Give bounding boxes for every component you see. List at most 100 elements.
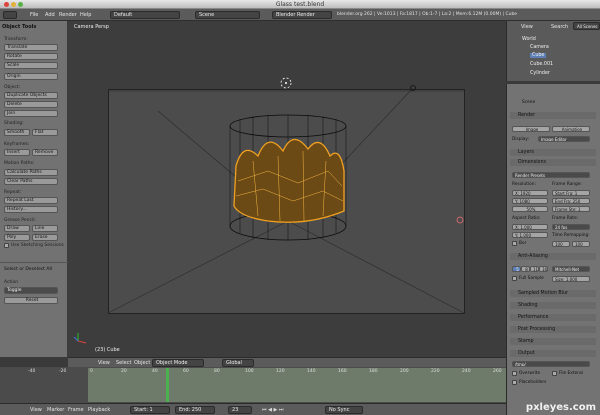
overwrite-checkbox[interactable] [512, 371, 517, 376]
shading-panel-header[interactable]: Shading [510, 302, 596, 309]
outliner: View Search All Scenes [506, 21, 600, 81]
transform-orientation-selector[interactable]: Global [222, 359, 254, 367]
file-extensions-checkbox[interactable] [552, 371, 557, 376]
outliner-item-cylinder[interactable]: Cylinder [530, 71, 550, 76]
action-dropdown[interactable]: Toggle [4, 287, 58, 294]
aspect-y-field[interactable]: Y: 1.000 [512, 232, 548, 238]
render-panel-header[interactable]: Render [510, 112, 596, 119]
frame-rate-label: Frame Rate: [552, 216, 579, 221]
tool-shelf [0, 21, 68, 357]
frame-rate-selector[interactable]: 24 fps [552, 224, 590, 230]
smooth-button[interactable]: Smooth [4, 129, 30, 136]
menu-add[interactable]: Add [45, 12, 55, 18]
resolution-x-field[interactable]: X: 1920 [512, 190, 548, 196]
erase-button[interactable]: Erase [32, 234, 58, 241]
render-animation-button[interactable]: Animation [552, 126, 590, 132]
post-processing-panel-header[interactable]: Post Processing [510, 326, 596, 333]
start-frame-field[interactable]: Start: 1 [130, 406, 170, 414]
origin-button[interactable]: Origin [4, 73, 58, 80]
frame-range-label: Frame Range: [552, 182, 582, 187]
translate-button[interactable]: Translate [4, 44, 58, 51]
poly-button[interactable]: Poly [4, 234, 30, 241]
motion-paths-label: Motion Paths: [4, 161, 35, 166]
sync-mode-selector[interactable]: No Sync [325, 406, 363, 414]
dimensions-panel-header[interactable]: Dimensions [510, 159, 596, 166]
outliner-menu-search[interactable]: Search [551, 24, 568, 30]
end-frame-prop-field[interactable]: End Fra: 250 [552, 198, 590, 204]
history-button[interactable]: History... [4, 206, 58, 213]
border-checkbox[interactable] [512, 241, 517, 246]
aa-samples-5[interactable]: 5 [512, 266, 521, 272]
remove-keyframe-button[interactable]: Remove [32, 149, 58, 156]
menu-render[interactable]: Render [59, 12, 77, 18]
render-presets-selector[interactable]: Render Presets [512, 172, 590, 178]
end-frame-field[interactable]: End: 250 [175, 406, 215, 414]
aa-samples-8[interactable]: 8 [521, 266, 530, 272]
resolution-percent-field[interactable]: 50% [512, 206, 548, 212]
outliner-menu-view[interactable]: View [521, 24, 533, 30]
stamp-panel-header[interactable]: Stamp [510, 338, 596, 345]
outliner-display-mode[interactable]: All Scenes [573, 22, 600, 30]
calculate-paths-button[interactable]: Calculate Paths [4, 169, 58, 176]
rotate-button[interactable]: Rotate [4, 53, 58, 60]
output-path-field[interactable]: /tmp/ [512, 361, 590, 367]
current-frame-indicator[interactable] [166, 368, 169, 402]
performance-panel-header[interactable]: Performance [510, 314, 596, 321]
outliner-item-cube-001[interactable]: Cube.001 [530, 62, 553, 67]
reset-button[interactable]: Reset [4, 297, 58, 304]
scale-button[interactable]: Scale [4, 62, 58, 69]
select-deselect-label: Select or Deselect All [4, 267, 52, 272]
menu-object[interactable]: Object [134, 360, 150, 366]
output-panel-header[interactable]: Output [510, 350, 596, 357]
sketching-sessions-label: Use Sketching Sessions [11, 243, 64, 248]
aa-filter-selector[interactable]: Mitchell-Net [552, 266, 590, 272]
timeline-menu-frame[interactable]: Frame [68, 407, 84, 413]
playback-controls-icon[interactable]: ⏮ ◀ ▶ ⏭ [262, 407, 283, 413]
outliner-item-camera[interactable]: Camera [530, 45, 549, 50]
scene-context-label: Scene [522, 100, 536, 105]
menu-help[interactable]: Help [80, 12, 91, 18]
remap-old-field[interactable]: 100 [552, 241, 570, 247]
current-frame-field[interactable]: 23 [228, 406, 252, 414]
repeat-last-button[interactable]: Repeat Last [4, 197, 58, 204]
flat-button[interactable]: Flat [32, 129, 58, 136]
duplicate-objects-button[interactable]: Duplicate Objects [4, 92, 58, 99]
clear-paths-button[interactable]: Clear Paths [4, 178, 58, 185]
aa-samples-11[interactable]: 11 [530, 266, 539, 272]
menu-file[interactable]: File [30, 12, 38, 18]
timeline-menu-marker[interactable]: Marker [47, 407, 64, 413]
remap-new-field[interactable]: 100 [572, 241, 590, 247]
aa-samples-16[interactable]: 16 [539, 266, 548, 272]
display-selector[interactable]: Image Editor [538, 136, 590, 142]
anti-aliasing-panel-header[interactable]: Anti-Aliasing [510, 253, 596, 260]
delete-button[interactable]: Delete [4, 101, 58, 108]
render-image-button[interactable]: Image [512, 126, 550, 132]
outliner-item-cube[interactable]: Cube [530, 53, 547, 58]
aspect-x-field[interactable]: X: 1.000 [512, 224, 548, 230]
layout-selector[interactable]: Default [110, 11, 180, 19]
timeline-menu-playback[interactable]: Playback [88, 407, 110, 413]
aa-size-field[interactable]: Size: 1.000 [552, 276, 590, 282]
sketching-sessions-checkbox[interactable] [4, 243, 9, 248]
motion-blur-panel-header[interactable]: Sampled Motion Blur [510, 290, 596, 297]
insert-keyframe-button[interactable]: Insert [4, 149, 30, 156]
timeline-menu-view[interactable]: View [30, 407, 42, 413]
editor-type-icon[interactable] [3, 11, 17, 19]
render-engine-selector[interactable]: Blender Render [272, 11, 332, 19]
mode-selector[interactable]: Object Mode [152, 359, 204, 367]
menu-select[interactable]: Select [116, 360, 131, 366]
join-button[interactable]: Join [4, 110, 58, 117]
resolution-y-field[interactable]: Y: 1080 [512, 198, 548, 204]
frame-step-field[interactable]: Frame Ste: 1 [552, 206, 590, 212]
draw-button[interactable]: Draw [4, 225, 30, 232]
full-sample-checkbox[interactable] [512, 276, 517, 281]
menu-view[interactable]: View [98, 360, 110, 366]
object-info-label: (23) Cube [95, 347, 120, 353]
layers-panel-header[interactable]: Layers [510, 149, 596, 156]
placeholders-checkbox[interactable] [512, 380, 517, 385]
scene-selector[interactable]: Scene [195, 11, 260, 19]
start-frame-prop-field[interactable]: Start Fra: 1 [552, 190, 590, 196]
line-button[interactable]: Line [32, 225, 58, 232]
border-label: Bor [519, 241, 527, 246]
outliner-item-world[interactable]: World [522, 37, 536, 42]
